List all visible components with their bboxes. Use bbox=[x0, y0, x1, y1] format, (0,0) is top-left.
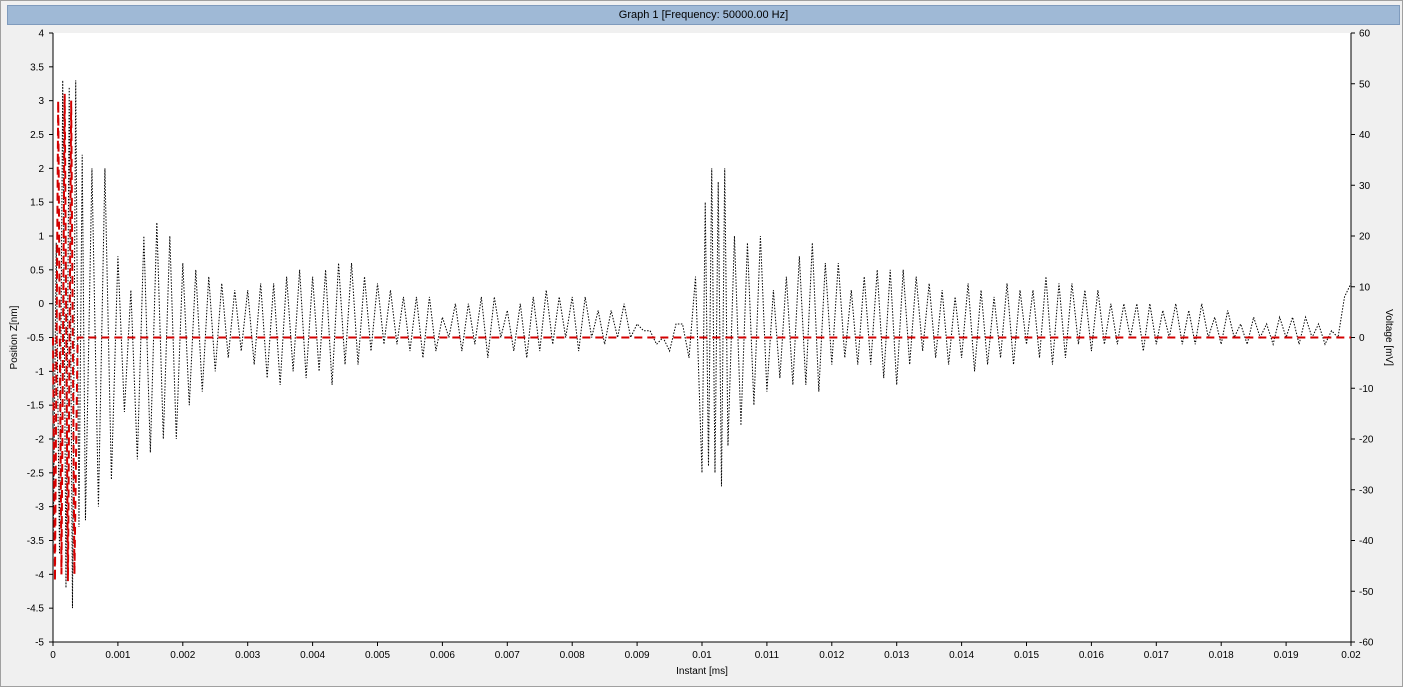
x-tick-label: 0.012 bbox=[819, 650, 844, 661]
y2-tick-label: 0 bbox=[1359, 333, 1365, 344]
y2-tick-label: 60 bbox=[1359, 29, 1371, 40]
y-tick-label: 3.5 bbox=[30, 62, 44, 73]
x-tick-label: 0.008 bbox=[560, 650, 585, 661]
y2-tick-label: 50 bbox=[1359, 79, 1371, 90]
y2-tick-label: 10 bbox=[1359, 282, 1371, 293]
y-tick-label: -3 bbox=[35, 502, 44, 513]
y-tick-label: -0.5 bbox=[27, 333, 45, 344]
x-tick-label: 0.006 bbox=[430, 650, 455, 661]
y-tick-label: 4 bbox=[38, 29, 44, 40]
y-tick-label: -1 bbox=[35, 367, 44, 378]
x-tick-label: 0.003 bbox=[235, 650, 260, 661]
y-tick-label: 0 bbox=[38, 299, 44, 310]
y-tick-label: 2 bbox=[38, 164, 44, 175]
y2-axis-label: Voltage [mV] bbox=[1383, 309, 1394, 366]
x-tick-label: 0.002 bbox=[170, 650, 195, 661]
x-tick-label: 0.011 bbox=[755, 650, 780, 661]
y2-tick-label: -60 bbox=[1359, 638, 1374, 649]
x-tick-label: 0.007 bbox=[495, 650, 520, 661]
y2-tick-label: -30 bbox=[1359, 485, 1374, 496]
y2-tick-label: 40 bbox=[1359, 130, 1371, 141]
y-tick-label: -1.5 bbox=[27, 401, 45, 412]
x-tick-label: 0.016 bbox=[1079, 650, 1104, 661]
x-tick-label: 0.004 bbox=[300, 650, 325, 661]
x-axis-label: Instant [ms] bbox=[676, 666, 728, 677]
x-tick-label: 0.013 bbox=[884, 650, 909, 661]
x-tick-label: 0.014 bbox=[949, 650, 974, 661]
x-tick-label: 0.001 bbox=[105, 650, 130, 661]
y2-tick-label: -50 bbox=[1359, 587, 1374, 598]
y-tick-label: -5 bbox=[35, 638, 44, 649]
x-tick-label: 0 bbox=[50, 650, 56, 661]
x-tick-label: 0.005 bbox=[365, 650, 390, 661]
y-tick-label: 2.5 bbox=[30, 130, 44, 141]
y-tick-label: 1 bbox=[38, 232, 44, 243]
y2-tick-label: 30 bbox=[1359, 181, 1371, 192]
x-tick-label: 0.01 bbox=[692, 650, 712, 661]
y-tick-label: 1.5 bbox=[30, 198, 44, 209]
y-axis-label: Position Z[nm] bbox=[9, 305, 20, 369]
y-tick-label: 3 bbox=[38, 96, 44, 107]
y-tick-label: -2 bbox=[35, 435, 44, 446]
x-tick-label: 0.017 bbox=[1144, 650, 1169, 661]
y-tick-label: -4.5 bbox=[27, 604, 45, 615]
y2-tick-label: -40 bbox=[1359, 536, 1374, 547]
x-tick-label: 0.015 bbox=[1014, 650, 1039, 661]
y2-tick-label: -10 bbox=[1359, 384, 1374, 395]
x-tick-label: 0.018 bbox=[1209, 650, 1234, 661]
x-tick-label: 0.009 bbox=[625, 650, 650, 661]
y2-tick-label: -20 bbox=[1359, 435, 1374, 446]
x-tick-label: 0.019 bbox=[1274, 650, 1299, 661]
y-tick-label: 0.5 bbox=[30, 265, 44, 276]
x-tick-label: 0.02 bbox=[1341, 650, 1361, 661]
y-tick-label: -3.5 bbox=[27, 536, 45, 547]
y-tick-label: -4 bbox=[35, 570, 44, 581]
y-tick-label: -2.5 bbox=[27, 468, 45, 479]
y2-tick-label: 20 bbox=[1359, 232, 1371, 243]
chart[interactable]: 0 0.001 0.002 0.003 0.004 0.005 0.006 0.007 0.00… bbox=[0, 0, 1403, 687]
